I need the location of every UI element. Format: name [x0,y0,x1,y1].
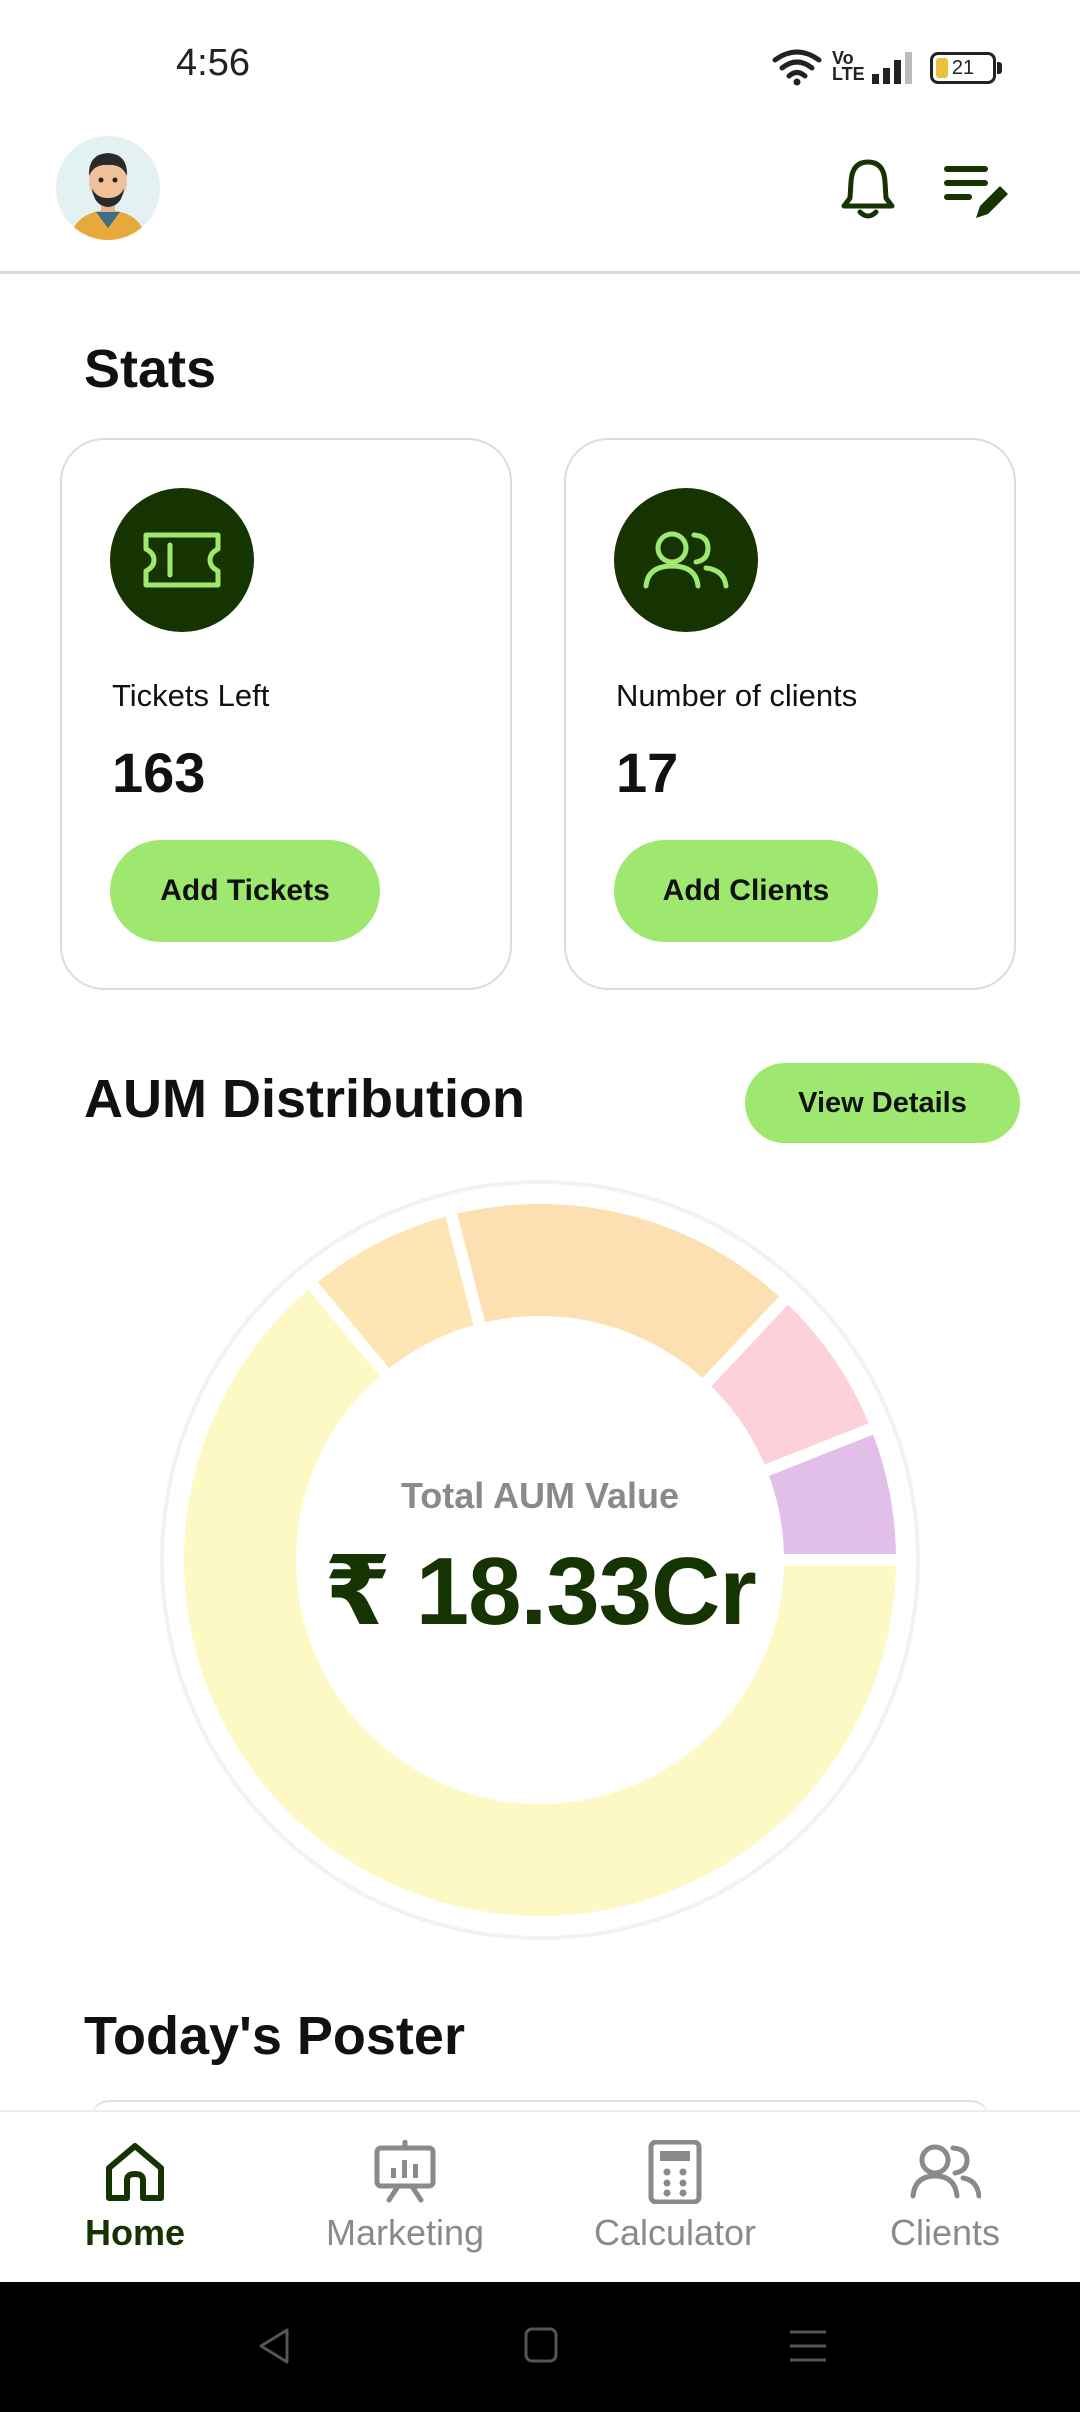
nav-marketing[interactable]: Marketing [270,2112,540,2282]
battery-level: 21 [951,57,975,79]
avatar[interactable] [56,136,160,240]
nav-calculator-label: Calculator [593,2212,757,2253]
tickets-left-label: Tickets Left [112,678,270,713]
clients-card: Number of clients 17 Add Clients [564,438,1016,990]
presentation-icon [374,2140,436,2203]
bottom-nav: Home Marketing Calculator Clients [0,2110,1080,2282]
header-divider [0,271,1080,274]
volte-icon: Vo LTE [832,48,865,84]
nav-home[interactable]: Home [0,2112,270,2282]
home-icon [106,2143,164,2201]
total-aum-value: ₹ 18.33Cr [324,1538,756,1645]
ticket-icon [143,532,221,588]
number-of-clients-value: 17 [616,741,679,804]
menu-edit-icon[interactable] [940,160,1012,226]
signal-icon [872,52,912,84]
aum-distribution-title: AUM Distribution [84,1069,525,1129]
tickets-left-value: 163 [112,741,206,804]
number-of-clients-label: Number of clients [616,678,858,713]
nav-clients-label: Clients [889,2212,1001,2253]
stats-title: Stats [84,339,217,399]
nav-clients[interactable]: Clients [810,2112,1080,2282]
total-aum-label: Total AUM Value [400,1475,680,1516]
nav-marketing-label: Marketing [325,2212,485,2253]
status-time: 4:56 [176,42,250,84]
add-tickets-button[interactable]: Add Tickets [110,840,380,942]
users-icon [643,531,729,589]
nav-calculator[interactable]: Calculator [540,2112,810,2282]
home-square-icon[interactable] [523,2326,559,2364]
system-nav-bar [0,2282,1080,2412]
users-icon-circle [614,488,758,632]
nav-home-label: Home [84,2212,186,2253]
battery-icon: 21 [930,52,996,84]
view-details-button[interactable]: View Details [745,1063,1020,1143]
users-icon [910,2144,981,2199]
recents-icon[interactable] [788,2328,828,2364]
calculator-icon [648,2140,702,2204]
bell-icon[interactable] [838,156,898,220]
tickets-card: Tickets Left 163 Add Tickets [60,438,512,990]
battery-tip [997,62,1002,74]
back-icon[interactable] [255,2326,295,2366]
ticket-icon-circle [110,488,254,632]
wifi-icon [772,49,822,86]
add-clients-button[interactable]: Add Clients [614,840,878,942]
todays-poster-title: Today's Poster [84,2006,465,2066]
